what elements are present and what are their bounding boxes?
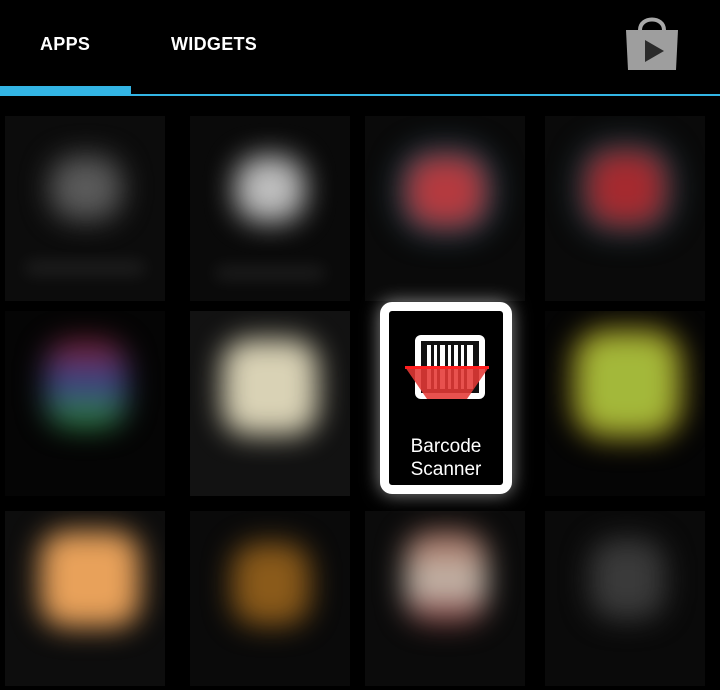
play-store-icon bbox=[626, 17, 678, 70]
app-drawer: APPS WIDGETS Barcode Scanner bbox=[0, 0, 720, 690]
blurred-app-tile[interactable] bbox=[190, 311, 350, 496]
blurred-app-tile[interactable] bbox=[545, 311, 705, 496]
blurred-app-tile[interactable] bbox=[365, 511, 525, 686]
blurred-app-tile[interactable] bbox=[5, 116, 165, 301]
blurred-app-tile[interactable] bbox=[5, 511, 165, 686]
app-label: Barcode Scanner bbox=[389, 435, 503, 481]
app-icon-barcode-scanner[interactable]: Barcode Scanner bbox=[380, 302, 512, 494]
tab-widgets[interactable]: WIDGETS bbox=[171, 34, 257, 55]
blurred-app-tile[interactable] bbox=[545, 511, 705, 686]
barcode-scanner-icon bbox=[405, 335, 489, 399]
app-grid bbox=[0, 96, 720, 690]
play-store-button[interactable] bbox=[618, 12, 686, 74]
tab-apps[interactable]: APPS bbox=[40, 34, 90, 55]
drawer-tab-bar: APPS WIDGETS bbox=[0, 0, 720, 94]
blurred-app-tile[interactable] bbox=[545, 116, 705, 301]
blurred-app-tile[interactable] bbox=[190, 116, 350, 301]
app-label-line1: Barcode bbox=[410, 436, 482, 457]
tab-selected-indicator bbox=[0, 86, 131, 96]
app-label-line2: Scanner bbox=[410, 459, 482, 480]
blurred-app-tile[interactable] bbox=[190, 511, 350, 686]
blurred-app-tile[interactable] bbox=[365, 116, 525, 301]
blurred-app-tile[interactable] bbox=[5, 311, 165, 496]
